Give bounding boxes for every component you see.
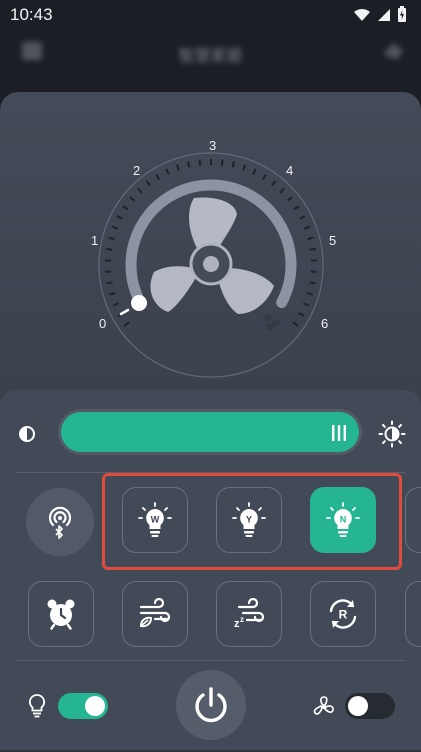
- power-button[interactable]: [176, 670, 246, 740]
- dial-tick: [293, 322, 298, 325]
- reverse-rotation-button[interactable]: R: [310, 581, 376, 647]
- brightness-slider[interactable]: [58, 409, 362, 455]
- bulb-w-icon: W: [138, 502, 172, 538]
- toggle-knob: [85, 696, 105, 716]
- dial-tick: [188, 162, 189, 168]
- dial-tick: [308, 238, 314, 240]
- dial-tick: [233, 162, 234, 168]
- light-bulb-icon: [28, 693, 46, 719]
- dial-tick: [310, 249, 316, 250]
- light-mode-w-button[interactable]: W: [122, 487, 188, 553]
- speed-label-6: 6: [321, 316, 328, 331]
- dial-tick: [106, 249, 112, 250]
- status-bar: 10:43: [0, 0, 421, 30]
- dial-tick: [294, 206, 299, 209]
- dial-tick: [303, 303, 309, 305]
- wifi-icon: [353, 8, 371, 22]
- dial-tick: [124, 322, 129, 325]
- more-functions-tile[interactable]: [405, 581, 421, 647]
- divider: [16, 660, 405, 661]
- wind-mark-icon: [264, 314, 280, 331]
- dial-tick: [307, 293, 313, 295]
- more-modes-tile[interactable]: [405, 487, 421, 553]
- slider-grip-icon[interactable]: [331, 425, 347, 441]
- signal-icon: [377, 8, 391, 22]
- dial-tick: [199, 160, 200, 166]
- bulb-n-icon: N: [326, 502, 360, 538]
- brightness-fill: [61, 412, 359, 452]
- status-time: 10:43: [10, 5, 53, 25]
- svg-text:z: z: [240, 615, 244, 624]
- dial-handle: [131, 295, 147, 311]
- speed-label-2: 2: [133, 163, 140, 178]
- dial-tick: [109, 238, 115, 240]
- power-icon: [191, 685, 231, 725]
- reverse-rotation-icon: R: [325, 596, 361, 632]
- bulb-letter-w: W: [151, 515, 160, 525]
- dial-tick: [109, 293, 115, 295]
- light-mode-n-button[interactable]: N: [310, 487, 376, 553]
- sleep-wind-button[interactable]: z z: [216, 581, 282, 647]
- dial-tick: [123, 206, 128, 209]
- speed-label-5: 5: [329, 233, 336, 248]
- light-mode-y-button[interactable]: Y: [216, 487, 282, 553]
- alarm-clock-icon: [45, 598, 77, 630]
- dial-tick: [309, 282, 315, 283]
- dial-tick: [304, 227, 310, 229]
- dial-tick: [130, 197, 135, 201]
- speed-label-1: 1: [91, 233, 98, 248]
- dial-tick: [253, 169, 256, 174]
- dial-tick: [177, 165, 179, 171]
- dial-tick: [107, 282, 113, 283]
- battery-charging-icon: [397, 6, 407, 23]
- dial-tick: [299, 313, 304, 316]
- dial-tick: [243, 165, 245, 171]
- natural-wind-icon: [137, 598, 173, 630]
- dial-tick: [272, 181, 276, 186]
- natural-wind-button[interactable]: [122, 581, 188, 647]
- bluetooth-signal-icon: [44, 505, 76, 539]
- speed-label-4: 4: [286, 163, 293, 178]
- contrast-icon: [18, 425, 36, 443]
- app-header: 智慧家居: [0, 30, 421, 76]
- svg-text:R: R: [339, 608, 348, 622]
- speed-label-0: 0: [99, 316, 106, 331]
- toggle-knob: [348, 696, 368, 716]
- fan-icon: [150, 198, 274, 314]
- bulb-letter-n: N: [340, 515, 347, 525]
- dial-tick: [300, 216, 305, 219]
- bluetooth-remote-button[interactable]: [26, 488, 94, 556]
- dial-tick: [156, 174, 159, 179]
- timer-button[interactable]: [28, 581, 94, 647]
- dial-tick: [280, 188, 284, 192]
- dial-tick: [146, 181, 150, 186]
- dial-tick: [166, 169, 169, 174]
- dial-tick: [117, 216, 122, 219]
- dial-tick: [138, 188, 142, 192]
- sleep-wind-icon: z z: [231, 598, 267, 630]
- brightness-high-icon: [378, 420, 406, 448]
- dial-tick: [263, 174, 266, 179]
- fan-speed-dial[interactable]: 0 1 2 3 4 5 6: [0, 92, 421, 412]
- dial-tick: [113, 303, 119, 305]
- dial-tick: [112, 227, 118, 229]
- fan-small-icon: [312, 695, 336, 719]
- bulb-y-icon: Y: [232, 502, 266, 538]
- settings-icon[interactable]: [381, 40, 405, 62]
- dial-tick: [222, 160, 223, 166]
- bulb-letter-y: Y: [246, 515, 252, 525]
- fan-toggle[interactable]: [345, 693, 395, 719]
- dial-tick: [288, 197, 293, 201]
- speed-label-3: 3: [209, 138, 216, 153]
- light-toggle[interactable]: [58, 693, 108, 719]
- status-icons: [353, 6, 407, 23]
- page-title: 智慧家居: [0, 42, 421, 66]
